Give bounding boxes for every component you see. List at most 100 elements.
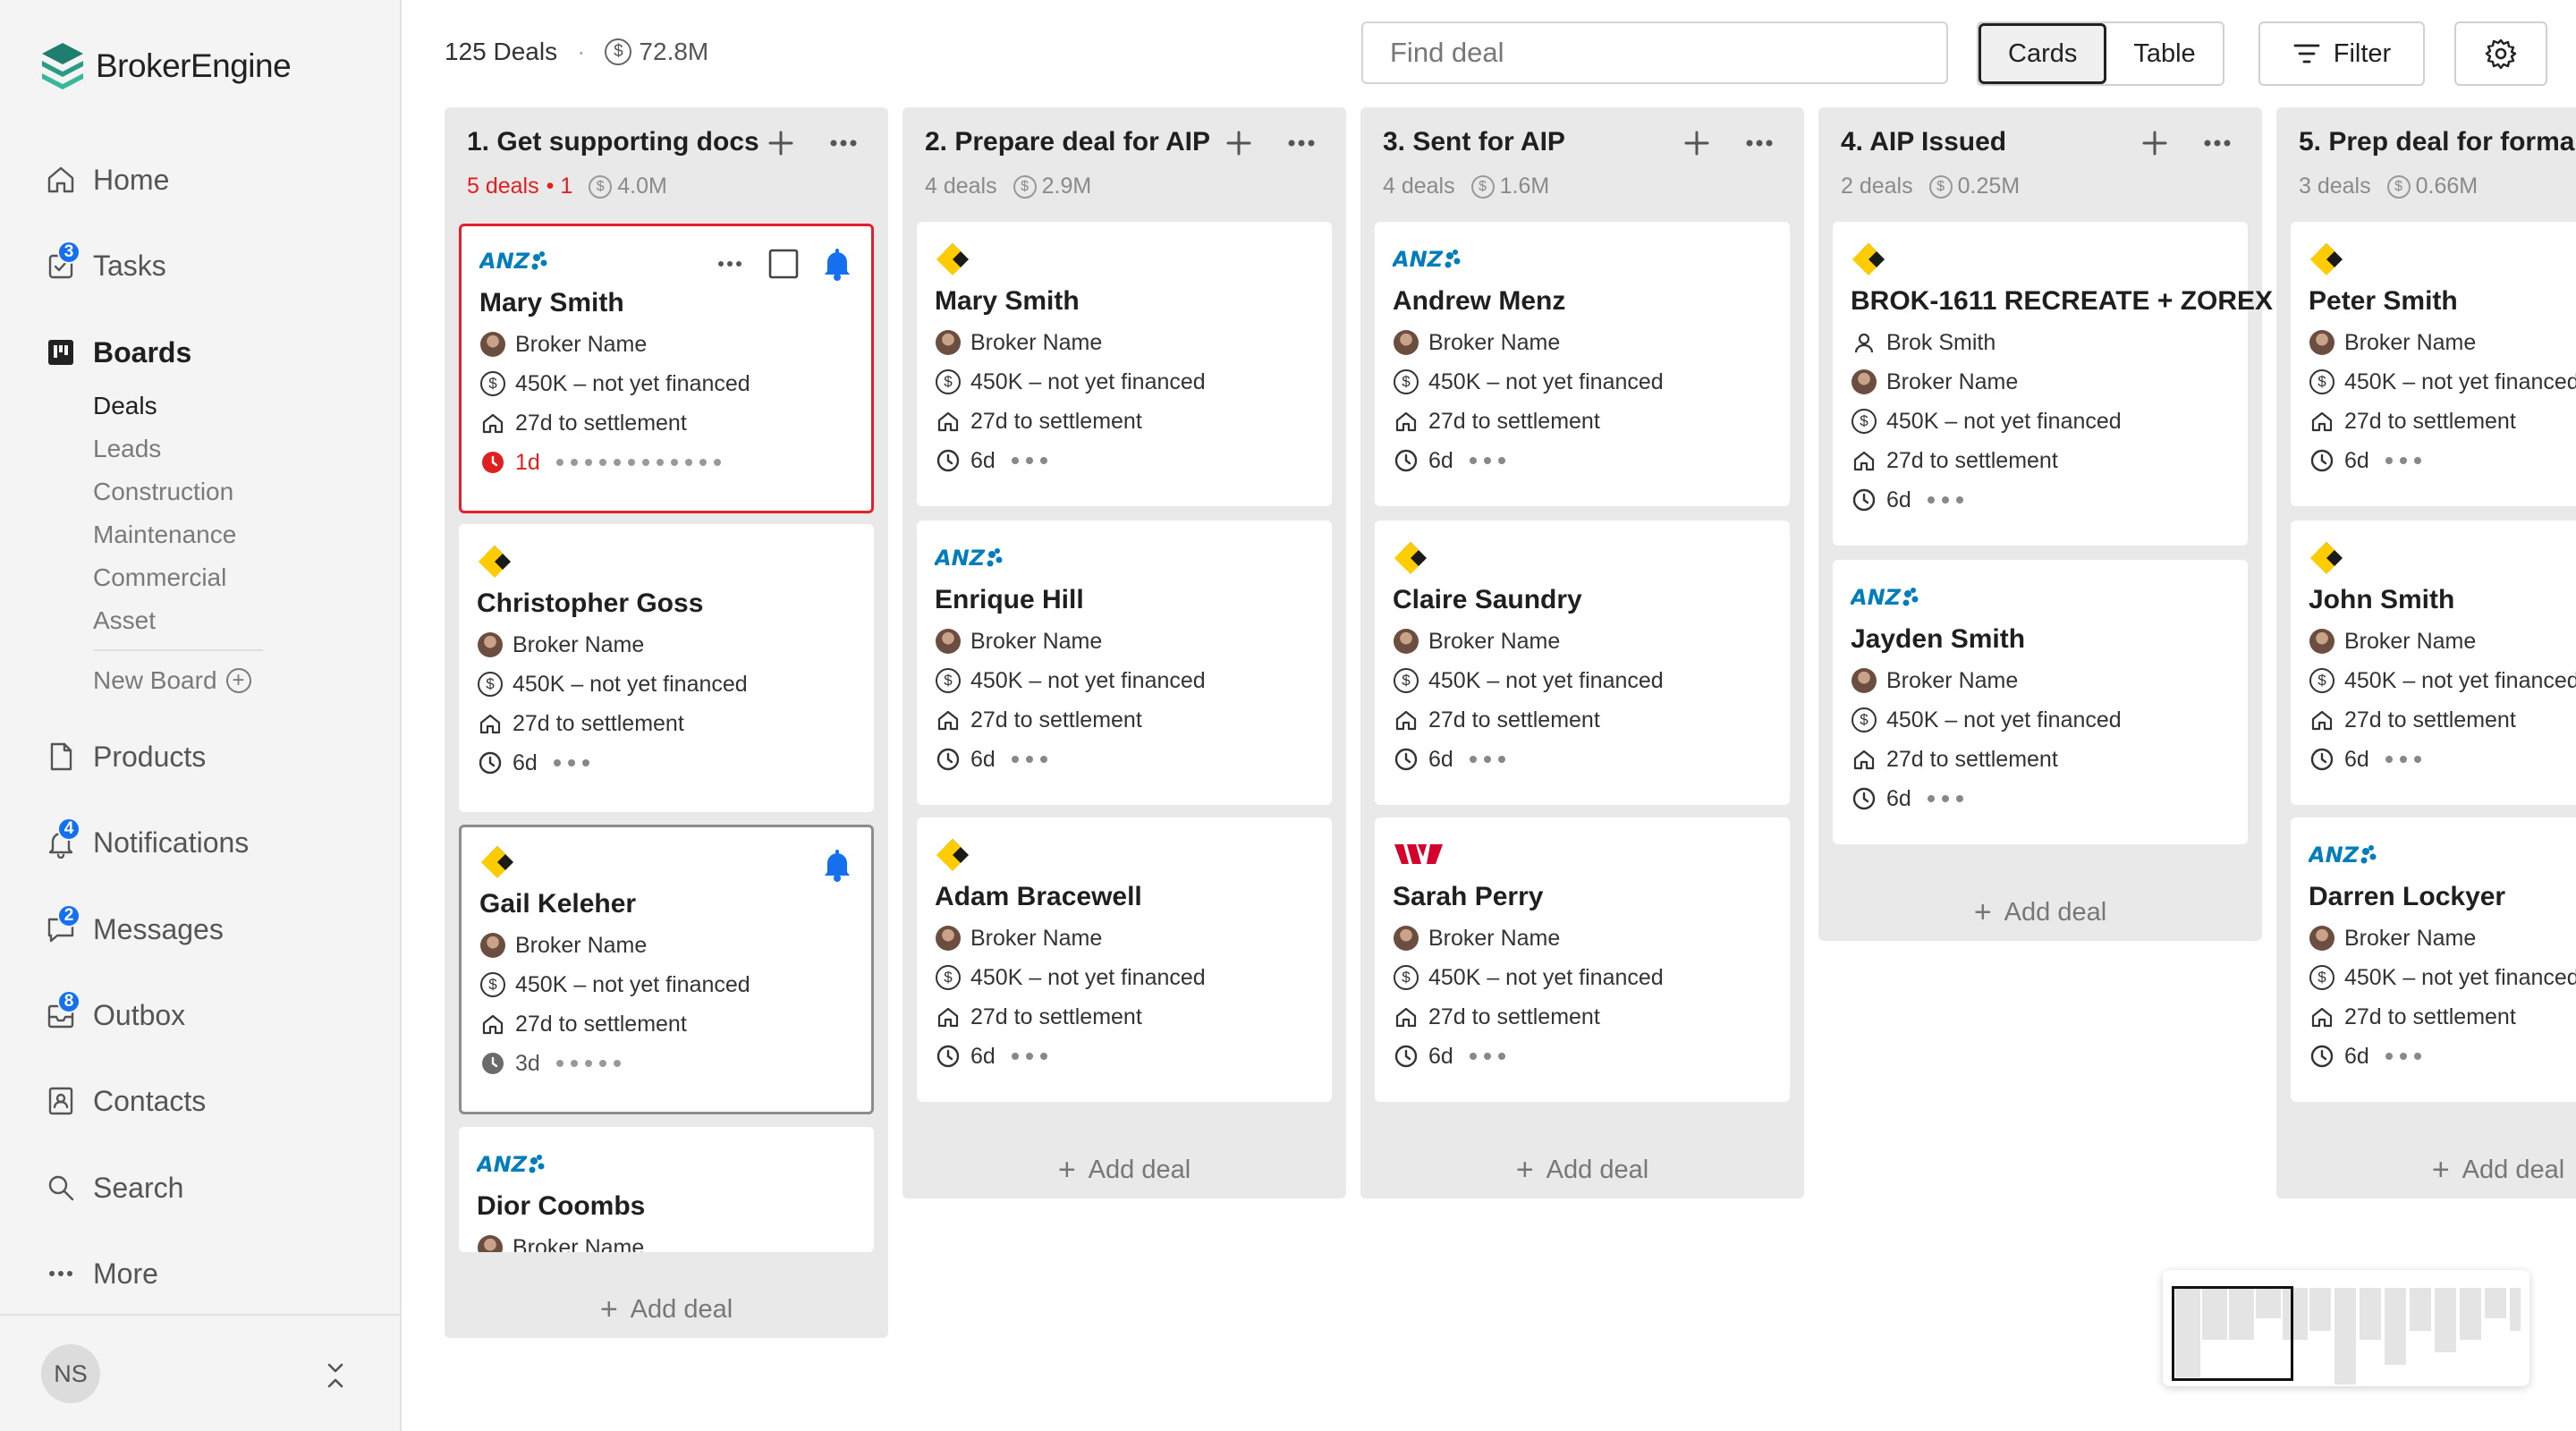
- card-detail-row: 27d to settlement: [935, 1003, 1142, 1030]
- bell-icon[interactable]: [821, 246, 853, 286]
- dollar-icon: $: [1928, 174, 1953, 199]
- nav-home[interactable]: Home: [43, 157, 169, 202]
- board-deals[interactable]: Deals: [93, 392, 157, 420]
- column-deal-count: 3 deals: [2299, 174, 2371, 199]
- deal-card[interactable]: ANZ Jayden Smith Broker Name $450K – not ye…: [1833, 560, 2248, 844]
- svg-text:ANZ: ANZ: [479, 249, 530, 274]
- clock-icon: [935, 1043, 962, 1070]
- progress-dots: [553, 759, 597, 766]
- nav-outbox[interactable]: 8 Outbox: [43, 990, 185, 1037]
- column-more-icon[interactable]: [2199, 125, 2235, 161]
- nav-notifications[interactable]: 4 Notifications: [43, 817, 249, 865]
- nav-products[interactable]: Products: [43, 734, 206, 779]
- nav-boards[interactable]: Boards: [43, 330, 191, 375]
- deal-card[interactable]: John Smith Broker Name $450K – not yet fin…: [2291, 521, 2576, 805]
- filter-button[interactable]: Filter: [2258, 21, 2425, 86]
- commbank-logo-icon: [935, 241, 974, 277]
- broker-avatar: [2309, 628, 2335, 655]
- deal-card[interactable]: ANZ Enrique Hill Broker Name $450K – not ye…: [917, 521, 1332, 805]
- card-detail-text: 27d to settlement: [515, 1011, 687, 1037]
- add-deal-button[interactable]: + Add deal: [445, 1283, 888, 1336]
- bell-icon[interactable]: [821, 847, 853, 887]
- cards-view-button[interactable]: Cards: [1979, 23, 2107, 84]
- progress-dots: [1927, 496, 1970, 504]
- settings-button[interactable]: [2454, 21, 2547, 86]
- deal-card[interactable]: Mary Smith Broker Name $450K – not yet fin…: [917, 222, 1332, 506]
- card-detail-row: $450K – not yet financed: [2309, 667, 2576, 694]
- column-meta: 3 deals $0.66M: [2299, 174, 2478, 199]
- board-asset[interactable]: Asset: [93, 606, 156, 635]
- card-actions: [692, 246, 853, 286]
- progress-dots: [1469, 1053, 1513, 1060]
- minimap-viewport[interactable]: [2172, 1286, 2293, 1381]
- deal-card[interactable]: ANZ Mary Smith Broker Name $450K – not yet …: [459, 224, 874, 513]
- house-icon: [1393, 707, 1419, 733]
- card-detail-text: 450K – not yet financed: [1886, 408, 2122, 434]
- board-maintenance[interactable]: Maintenance: [93, 521, 236, 549]
- add-deal-button[interactable]: + Add deal: [1360, 1143, 1804, 1197]
- deals-summary: 125 Deals · $ 72.8M: [445, 38, 708, 66]
- deal-card[interactable]: Peter Smith Broker Name $450K – not yet fi…: [2291, 222, 2576, 506]
- progress-dots: [1011, 457, 1055, 464]
- board-minimap[interactable]: [2163, 1270, 2529, 1386]
- card-detail-row: $450K – not yet financed: [1851, 408, 2122, 435]
- new-board-button[interactable]: New Board +: [93, 666, 251, 695]
- deal-name: Jayden Smith: [1851, 624, 2026, 654]
- deal-card[interactable]: ANZ Dior Coombs Broker Name: [459, 1127, 874, 1252]
- column-more-icon[interactable]: [1741, 125, 1777, 161]
- card-detail-row: Broker Name: [935, 628, 1102, 655]
- deal-card[interactable]: Claire Saundry Broker Name $450K – not yet…: [1375, 521, 1790, 805]
- column-more-icon[interactable]: [826, 125, 861, 161]
- card-detail-text: Broker Name: [515, 932, 648, 958]
- svg-text:ANZ: ANZ: [477, 1152, 528, 1177]
- card-detail-row: 27d to settlement: [1393, 408, 1600, 435]
- minimap-column: [2510, 1288, 2521, 1331]
- deal-card[interactable]: Sarah Perry Broker Name $450K – not yet fi…: [1375, 817, 1790, 1102]
- add-deal-button[interactable]: + Add deal: [1818, 885, 2262, 939]
- outbox-badge: 8: [57, 990, 80, 1013]
- board-construction[interactable]: Construction: [93, 478, 233, 506]
- add-deal-label: Add deal: [1088, 1155, 1191, 1184]
- deal-card[interactable]: Gail Keleher Broker Name $450K – not yet f…: [459, 825, 874, 1114]
- find-deal-input[interactable]: [1361, 21, 1948, 84]
- add-card-icon[interactable]: [1679, 125, 1715, 161]
- deal-card[interactable]: Adam Bracewell Broker Name $450K – not yet…: [917, 817, 1332, 1102]
- deal-age-row: 1d: [479, 449, 728, 476]
- card-checkbox[interactable]: [767, 248, 800, 284]
- deal-card[interactable]: BROK-1611 RECREATE + ZOREX Brok Smith Brok…: [1833, 222, 2273, 546]
- deal-card[interactable]: ANZ Darren Lockyer Broker Name $450K – not …: [2291, 817, 2576, 1102]
- plus-icon: +: [1973, 894, 1992, 929]
- add-deal-button[interactable]: + Add deal: [2276, 1143, 2576, 1197]
- broker-avatar: [1393, 628, 1419, 655]
- add-card-icon[interactable]: [763, 125, 799, 161]
- card-detail-row: $450K – not yet financed: [1393, 667, 1664, 694]
- collapse-chevrons-icon[interactable]: [322, 1359, 349, 1392]
- deal-age: 6d: [970, 1043, 996, 1069]
- nav-search[interactable]: Search: [43, 1165, 183, 1210]
- card-more-icon[interactable]: [714, 248, 746, 284]
- board-commercial[interactable]: Commercial: [93, 563, 226, 592]
- card-detail-row: 27d to settlement: [1393, 1003, 1600, 1030]
- column-title: 2. Prepare deal for AIP: [925, 127, 1211, 157]
- nav-messages[interactable]: 2 Messages: [43, 904, 224, 952]
- column-meta: 4 deals $2.9M: [925, 174, 1091, 199]
- app-logo[interactable]: BrokerEngine: [40, 41, 292, 91]
- nav-tasks[interactable]: 3 Tasks: [43, 241, 166, 288]
- house-icon: [1393, 1003, 1419, 1030]
- house-icon: [479, 410, 506, 436]
- svg-text:ANZ: ANZ: [1393, 247, 1444, 272]
- deal-card[interactable]: Christopher Goss Broker Name $450K – not y…: [459, 524, 874, 812]
- deal-age-row: 6d: [1851, 785, 1970, 812]
- add-deal-label: Add deal: [2004, 897, 2107, 927]
- add-card-icon[interactable]: [1221, 125, 1257, 161]
- add-card-icon[interactable]: [2137, 125, 2173, 161]
- table-view-button[interactable]: Table: [2106, 23, 2223, 84]
- add-deal-button[interactable]: + Add deal: [902, 1143, 1346, 1197]
- board-leads[interactable]: Leads: [93, 435, 161, 463]
- column-more-icon[interactable]: [1284, 125, 1319, 161]
- nav-more[interactable]: More: [43, 1251, 158, 1296]
- user-avatar[interactable]: NS: [41, 1344, 100, 1403]
- column-header: 2. Prepare deal for AIP 4 deals $2.9M: [902, 107, 1346, 204]
- deal-card[interactable]: ANZ Andrew Menz Broker Name $450K – not yet…: [1375, 222, 1790, 506]
- nav-contacts[interactable]: Contacts: [43, 1079, 206, 1123]
